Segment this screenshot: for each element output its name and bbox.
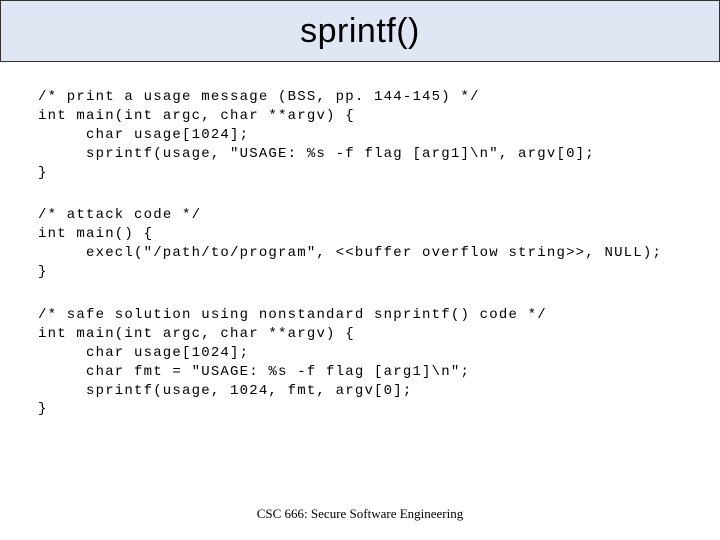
code-line: sprintf(usage, 1024, fmt, argv[0]; [38, 382, 682, 401]
code-close: } [38, 164, 682, 183]
title-bar: sprintf() [0, 0, 720, 62]
slide-title: sprintf() [300, 12, 420, 51]
code-comment: /* safe solution using nonstandard snpri… [38, 306, 682, 325]
code-line: int main() { [38, 225, 682, 244]
code-close: } [38, 263, 682, 282]
code-line: char usage[1024]; [38, 126, 682, 145]
code-line: int main(int argc, char **argv) { [38, 107, 682, 126]
footer-text: CSC 666: Secure Software Engineering [0, 506, 720, 522]
code-block-1: /* print a usage message (BSS, pp. 144-1… [38, 88, 682, 182]
code-line: execl("/path/to/program", <<buffer overf… [38, 244, 682, 263]
code-line: char usage[1024]; [38, 344, 682, 363]
code-area: /* print a usage message (BSS, pp. 144-1… [0, 62, 720, 453]
code-block-2: /* attack code */ int main() { execl("/p… [38, 206, 682, 282]
code-block-3: /* safe solution using nonstandard snpri… [38, 306, 682, 419]
code-line: sprintf(usage, "USAGE: %s -f flag [arg1]… [38, 145, 682, 164]
code-comment: /* attack code */ [38, 206, 682, 225]
code-line: char fmt = "USAGE: %s -f flag [arg1]\n"; [38, 363, 682, 382]
code-close: } [38, 400, 682, 419]
code-comment: /* print a usage message (BSS, pp. 144-1… [38, 88, 682, 107]
code-line: int main(int argc, char **argv) { [38, 325, 682, 344]
